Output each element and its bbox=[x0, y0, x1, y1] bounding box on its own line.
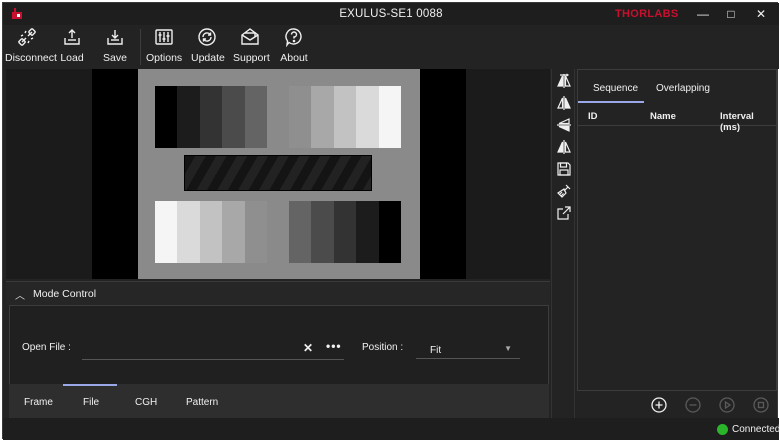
preview-left-border bbox=[92, 69, 138, 279]
remove-icon[interactable] bbox=[685, 397, 701, 413]
status-bar: Connected bbox=[3, 418, 780, 440]
gray-level-patch bbox=[199, 201, 223, 263]
gray-level-patch bbox=[155, 201, 178, 263]
tab-selected-indicator bbox=[63, 384, 117, 386]
save-icon bbox=[107, 30, 123, 45]
gray-level-patch bbox=[244, 86, 268, 148]
help-icon bbox=[285, 28, 302, 47]
disconnect-label: Disconnect bbox=[5, 52, 57, 64]
tab-pattern[interactable]: Pattern bbox=[186, 397, 218, 408]
gray-level-patch bbox=[356, 201, 379, 263]
open-file-label: Open File : bbox=[22, 342, 71, 353]
gray-level-patch bbox=[311, 86, 334, 148]
tab-frame[interactable]: Frame bbox=[24, 397, 53, 408]
load-icon bbox=[64, 29, 80, 45]
options-label: Options bbox=[146, 52, 183, 64]
gray-level-patch bbox=[244, 201, 268, 263]
sequence-table-header: ID Name Interval (ms) bbox=[578, 104, 776, 133]
about-button[interactable]: About bbox=[279, 27, 309, 67]
save-image-icon[interactable] bbox=[556, 161, 572, 177]
gray-level-patch bbox=[177, 201, 200, 263]
grayscale-strip-top-left bbox=[155, 86, 268, 148]
sequence-actions bbox=[577, 393, 777, 417]
gray-level-patch bbox=[333, 201, 357, 263]
gray-level-patch bbox=[222, 86, 245, 148]
maximize-button[interactable]: □ bbox=[719, 5, 743, 23]
mode-control-title: Mode Control bbox=[33, 288, 97, 300]
tab-overlapping[interactable]: Overlapping bbox=[656, 83, 710, 94]
add-icon[interactable] bbox=[651, 397, 667, 413]
about-label: About bbox=[280, 52, 308, 64]
column-id[interactable]: ID bbox=[588, 111, 598, 122]
browse-file-button[interactable]: ••• bbox=[326, 339, 342, 353]
connection-status-text: Connected bbox=[732, 424, 780, 435]
gray-level-patch bbox=[356, 86, 379, 148]
image-tools-column bbox=[551, 69, 575, 419]
connection-status-icon bbox=[717, 424, 728, 435]
mirror-icon[interactable] bbox=[556, 139, 572, 155]
position-select[interactable]: Fit ▼ bbox=[416, 339, 520, 359]
mail-icon bbox=[241, 28, 259, 45]
options-icon bbox=[155, 29, 173, 45]
tab-sequence[interactable]: Sequence bbox=[593, 83, 638, 94]
save-label: Save bbox=[103, 52, 127, 64]
flip-vertical-icon[interactable] bbox=[556, 95, 572, 111]
sequence-panel: Sequence Overlapping ID Name Interval (m… bbox=[577, 69, 777, 391]
column-interval[interactable]: Interval (ms) bbox=[720, 111, 776, 133]
grayscale-strip-bottom-right bbox=[289, 201, 402, 263]
close-button[interactable]: ✕ bbox=[749, 5, 773, 23]
sequence-tab-indicator bbox=[578, 101, 644, 103]
gray-level-patch bbox=[289, 201, 312, 263]
save-button[interactable]: Save bbox=[100, 27, 130, 67]
position-value: Fit bbox=[430, 345, 442, 356]
open-external-icon[interactable] bbox=[556, 205, 572, 221]
app-window: EXULUS-SE1 0088 THORLABS — □ ✕ Disconnec… bbox=[2, 2, 780, 440]
update-icon bbox=[198, 28, 216, 46]
support-label: Support bbox=[233, 52, 270, 64]
dropdown-arrow-icon: ▼ bbox=[504, 344, 512, 353]
title-bar: EXULUS-SE1 0088 THORLABS — □ ✕ bbox=[3, 3, 779, 25]
gray-level-patch bbox=[177, 86, 200, 148]
column-name[interactable]: Name bbox=[650, 111, 676, 122]
gray-level-patch bbox=[289, 86, 312, 148]
gray-level-patch bbox=[222, 201, 245, 263]
mode-control-panel: Open File : ✕ ••• Position : Fit ▼ bbox=[9, 305, 549, 385]
gray-level-patch bbox=[333, 86, 357, 148]
grayscale-strip-top-right bbox=[289, 86, 402, 148]
gray-level-patch bbox=[199, 86, 223, 148]
image-preview[interactable] bbox=[6, 69, 550, 279]
stripe-bar bbox=[184, 155, 372, 191]
minimize-button[interactable]: — bbox=[691, 5, 715, 23]
mode-control-header[interactable]: ︿ Mode Control bbox=[6, 281, 550, 305]
toolbar-divider bbox=[140, 29, 141, 65]
tab-file[interactable]: File bbox=[83, 397, 99, 408]
grayscale-strip-bottom-left bbox=[155, 201, 268, 263]
main-toolbar: Disconnect Load Save Options Update Supp… bbox=[3, 25, 779, 69]
rotate-icon[interactable] bbox=[556, 117, 572, 133]
update-label: Update bbox=[191, 52, 225, 64]
support-button[interactable]: Support bbox=[233, 27, 270, 67]
disconnect-button[interactable]: Disconnect bbox=[5, 27, 57, 67]
mode-tabs: Frame File CGH Pattern bbox=[9, 384, 549, 418]
thorlabs-logo: THORLABS bbox=[615, 8, 679, 20]
gray-level-patch bbox=[155, 86, 178, 148]
update-button[interactable]: Update bbox=[191, 27, 225, 67]
load-button[interactable]: Load bbox=[57, 27, 87, 67]
gray-level-patch bbox=[378, 86, 402, 148]
gray-level-patch bbox=[378, 201, 402, 263]
play-icon[interactable] bbox=[719, 397, 735, 413]
options-button[interactable]: Options bbox=[146, 27, 182, 67]
flip-horizontal-icon[interactable] bbox=[556, 73, 572, 89]
load-label: Load bbox=[60, 52, 84, 64]
clear-brush-icon[interactable] bbox=[556, 183, 572, 199]
gray-level-patch bbox=[311, 201, 334, 263]
preview-right-border bbox=[420, 69, 466, 279]
stop-icon[interactable] bbox=[753, 397, 769, 413]
chevron-up-icon[interactable]: ︿ bbox=[15, 287, 25, 302]
preview-canvas bbox=[138, 69, 420, 279]
clear-file-button[interactable]: ✕ bbox=[303, 341, 313, 355]
tab-cgh[interactable]: CGH bbox=[135, 397, 157, 408]
disconnect-icon bbox=[18, 28, 36, 46]
position-label: Position : bbox=[362, 342, 404, 353]
